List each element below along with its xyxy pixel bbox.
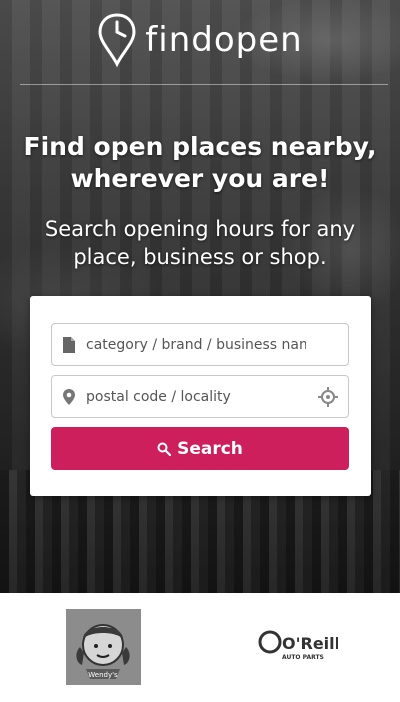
wendys-logo[interactable]: Wendy's [66, 609, 141, 685]
location-field[interactable] [51, 375, 349, 418]
app-name: findopen [145, 20, 303, 60]
header-divider [20, 84, 388, 85]
search-icon [157, 442, 172, 456]
search-button[interactable]: Search [51, 427, 349, 470]
hero-headline-line-1: Find open places nearby, [23, 132, 377, 161]
location-input[interactable] [86, 388, 306, 405]
brand-logos-section: Wendy's O'Reilly AUTO PARTS [0, 593, 400, 702]
hero-section: findopen Find open places nearby, wherev… [0, 0, 400, 593]
wendys-label: Wendy's [88, 671, 118, 679]
oreilly-subtext: AUTO PARTS [282, 654, 324, 661]
hero-subline: Search opening hours for any place, busi… [0, 215, 400, 271]
crosshair-locate-icon[interactable] [318, 387, 338, 407]
hero-headline-line-2: wherever you are! [70, 164, 330, 193]
location-clock-pin-icon [98, 13, 136, 68]
wendys-girl-icon: Wendy's [66, 609, 141, 685]
app-logo[interactable]: findopen [0, 10, 400, 70]
search-form: Search [30, 296, 371, 496]
hero-subline-line-2: place, business or shop. [73, 245, 327, 269]
oreilly-wordmark: O'Reilly [282, 634, 338, 653]
oreilly-auto-parts-logo[interactable]: O'Reilly AUTO PARTS [258, 625, 351, 665]
search-button-label: Search [177, 438, 243, 459]
hero-headline: Find open places nearby, wherever you ar… [0, 131, 400, 195]
document-icon [52, 323, 86, 366]
hero-subline-line-1: Search opening hours for any [44, 217, 356, 241]
category-field[interactable] [51, 323, 349, 366]
category-input[interactable] [86, 336, 306, 353]
map-pin-icon [52, 375, 86, 418]
oreilly-logo-icon: O'Reilly AUTO PARTS [258, 630, 351, 661]
